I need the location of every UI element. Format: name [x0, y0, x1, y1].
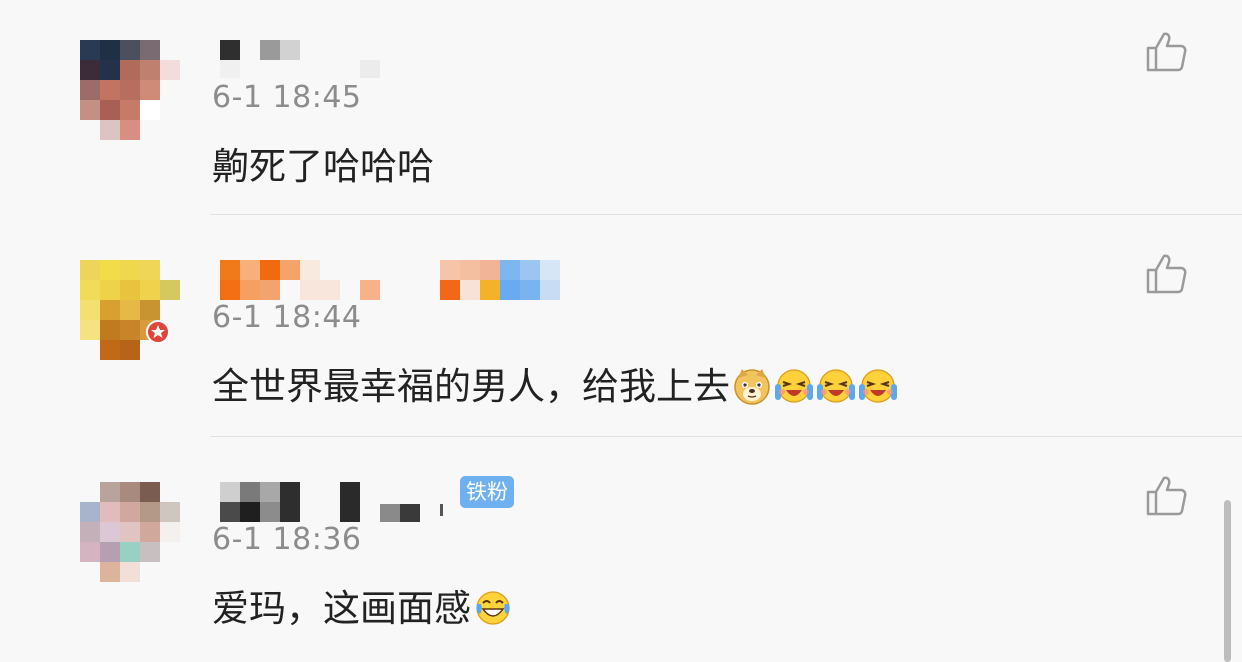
comment-text: 齁死了哈哈哈 — [212, 136, 434, 190]
scrollbar[interactable] — [1224, 500, 1231, 662]
thumbs-up-icon[interactable] — [1144, 30, 1188, 74]
comment-item: 铁粉 6-1 18:36 爱玛，这画面感 — [0, 442, 1242, 662]
laughing-crying-emoji-icon — [859, 369, 897, 403]
avatar[interactable] — [80, 40, 180, 140]
thumbs-up-icon[interactable] — [1144, 474, 1188, 518]
tears-of-joy-emoji-icon — [476, 591, 510, 625]
avatar[interactable] — [80, 482, 180, 582]
divider — [210, 436, 1242, 437]
comment-timestamp: 6-1 18:45 — [212, 80, 362, 115]
comment-text-content: 爱玛，这画面感 — [212, 587, 471, 630]
comment-text: 爱玛，这画面感 — [212, 578, 513, 632]
comment-list: 6-1 18:45 齁死了哈哈哈 6-1 18:44 全世界最幸福的男人，给我上… — [0, 0, 1242, 662]
verified-badge-icon — [146, 320, 170, 344]
comment-timestamp: 6-1 18:44 — [212, 300, 362, 335]
comment-item: 6-1 18:44 全世界最幸福的男人，给我上去 — [0, 220, 1242, 442]
fan-badge[interactable]: 铁粉 — [460, 476, 514, 508]
comment-text-content: 全世界最幸福的男人，给我上去 — [212, 365, 730, 408]
thumbs-up-icon[interactable] — [1144, 252, 1188, 296]
comment-text-content: 齁死了哈哈哈 — [212, 145, 434, 188]
comment-item: 6-1 18:45 齁死了哈哈哈 — [0, 0, 1242, 222]
doge-emoji-icon — [734, 369, 770, 405]
comment-text: 全世界最幸福的男人，给我上去 — [212, 356, 898, 410]
comment-timestamp: 6-1 18:36 — [212, 522, 362, 557]
avatar[interactable] — [80, 260, 180, 360]
laughing-crying-emoji-icon — [817, 369, 855, 403]
divider — [210, 214, 1242, 215]
laughing-crying-emoji-icon — [775, 369, 813, 403]
